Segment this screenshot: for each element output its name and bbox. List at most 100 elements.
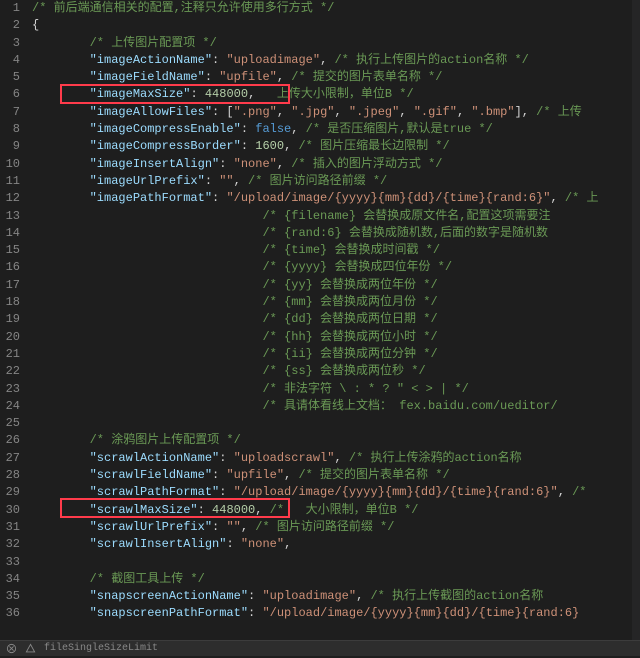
punct-token: { [32,18,39,32]
key-token: "imageCompressBorder" [90,139,241,153]
code-line[interactable]: /* 具请体看线上文档： fex.baidu.com/ueditor/ [32,398,640,415]
comment-token: /* 提交的图片表单名称 */ [298,468,449,482]
punct-token: : [226,537,240,551]
key-token: "snapscreenActionName" [90,589,248,603]
punct-token: , [457,105,471,119]
code-line[interactable]: { [32,17,640,34]
line-number: 24 [0,398,20,415]
code-line[interactable]: "imageInsertAlign": "none", /* 插入的图片浮动方式… [32,156,640,173]
code-line[interactable]: "snapscreenPathFormat": "/upload/image/{… [32,605,640,622]
line-number: 10 [0,156,20,173]
code-line[interactable]: /* {ii} 会替换成两位分钟 */ [32,346,640,363]
code-line[interactable]: "imageFieldName": "upfile", /* 提交的图片表单名称… [32,69,640,86]
number-token: 1600 [255,139,284,153]
punct-token: : [219,451,233,465]
code-line[interactable]: /* {hh} 会替换成两位小时 */ [32,329,640,346]
code-line[interactable]: /* {dd} 会替换成两位日期 */ [32,311,640,328]
line-number: 36 [0,605,20,622]
line-number: 5 [0,69,20,86]
code-line[interactable]: "scrawlPathFormat": "/upload/image/{yyyy… [32,484,640,501]
code-line[interactable]: /* 涂鸦图片上传配置项 */ [32,432,640,449]
line-number: 30 [0,502,20,519]
code-editor[interactable]: 1234567891011121314151617181920212223242… [0,0,640,640]
code-line[interactable]: "scrawlMaxSize": 448000, /* 大小限制，单位B */ [32,502,640,519]
key-token: "scrawlUrlPrefix" [90,520,212,534]
code-line[interactable]: "imageCompressBorder": 1600, /* 图片压缩最长边限… [32,138,640,155]
comment-token: /* 提交的图片表单名称 */ [291,70,442,84]
punct-token: , [558,485,572,499]
comment-token: 上传大小限制，单位B */ [262,87,413,101]
boolean-token: false [255,122,291,136]
problems-icon[interactable] [6,643,17,654]
comment-token: /* {mm} 会替换成两位月份 */ [262,295,437,309]
code-line[interactable]: "imageAllowFiles": [".png", ".jpg", ".jp… [32,104,640,121]
key-token: "imageCompressEnable" [90,122,241,136]
code-line[interactable]: "scrawlActionName": "uploadscrawl", /* 执… [32,450,640,467]
code-line[interactable]: "imageUrlPrefix": "", /* 图片访问路径前缀 */ [32,173,640,190]
code-line[interactable]: "scrawlInsertAlign": "none", [32,536,640,553]
line-number: 33 [0,554,20,571]
warnings-icon[interactable] [25,643,36,654]
punct-token: , [399,105,413,119]
comment-token: /* {rand:6} 会替换成随机数,后面的数字是随机数 [262,226,548,240]
comment-token: /* {dd} 会替换成两位日期 */ [262,312,437,326]
line-number: 4 [0,52,20,69]
code-line[interactable] [32,554,640,571]
comment-token: /* 执行上传图片的action名称 */ [334,53,528,67]
code-line[interactable]: "imageMaxSize": 448000, 上传大小限制，单位B */ [32,86,640,103]
line-number: 15 [0,242,20,259]
code-line[interactable]: /* 上传图片配置项 */ [32,35,640,52]
line-number: 8 [0,121,20,138]
line-number: 26 [0,432,20,449]
string-token: "uploadimage" [226,53,320,67]
minimap[interactable] [632,0,640,640]
key-token: "scrawlInsertAlign" [90,537,227,551]
line-number: 9 [0,138,20,155]
punct-token: , [284,468,298,482]
code-line[interactable]: /* 截图工具上传 */ [32,571,640,588]
punct-token: : [205,174,219,188]
code-line[interactable]: /* {rand:6} 会替换成随机数,后面的数字是随机数 [32,225,640,242]
code-line[interactable]: "imageCompressEnable": false, /* 是否压缩图片,… [32,121,640,138]
punct-token: : [212,53,226,67]
key-token: "imageInsertAlign" [90,157,220,171]
line-number: 29 [0,484,20,501]
string-token: "" [219,174,233,188]
comment-token: /* 上传 [536,105,582,119]
line-number: 14 [0,225,20,242]
punct-token: : [248,606,262,620]
key-token: "imageActionName" [90,53,212,67]
code-line[interactable]: "imagePathFormat": "/upload/image/{yyyy}… [32,190,640,207]
code-line[interactable] [32,415,640,432]
string-token: "upfile" [226,468,284,482]
line-number: 27 [0,450,20,467]
punct-token: : [248,589,262,603]
comment-token: /* {yyyy} 会替换成四位年份 */ [262,260,452,274]
code-line[interactable]: "snapscreenActionName": "uploadimage", /… [32,588,640,605]
code-line[interactable]: /* {filename} 会替换成原文件名,配置这项需要注 [32,208,640,225]
code-line[interactable]: "imageActionName": "uploadimage", /* 执行上… [32,52,640,69]
code-line[interactable]: /* {yyyy} 会替换成四位年份 */ [32,259,640,276]
code-line[interactable]: /* {mm} 会替换成两位月份 */ [32,294,640,311]
code-line[interactable]: /* 前后端通信相关的配置,注释只允许使用多行方式 */ [32,0,640,17]
comment-token: /* 执行上传涂鸦的action名称 [349,451,522,465]
code-line[interactable]: /* 非法字符 \ : * ? " < > | */ [32,381,640,398]
code-line[interactable]: /* {time} 会替换成时间戳 */ [32,242,640,259]
line-number: 20 [0,329,20,346]
code-line[interactable]: "scrawlUrlPrefix": "", /* 图片访问路径前缀 */ [32,519,640,536]
string-token: "none" [241,537,284,551]
line-number: 17 [0,277,20,294]
code-area[interactable]: /* 前后端通信相关的配置,注释只允许使用多行方式 */{ /* 上传图片配置项… [26,0,640,640]
punct-token: : [219,485,233,499]
comment-token: /* 涂鸦图片上传配置项 */ [90,433,241,447]
punct-token: : [205,70,219,84]
code-line[interactable]: /* {ss} 会替换成两位秒 */ [32,363,640,380]
comment-token: /* {ii} 会替换成两位分钟 */ [262,347,437,361]
comment-token: /* 是否压缩图片,默认是true */ [306,122,493,136]
code-line[interactable]: /* {yy} 会替换成两位年份 */ [32,277,640,294]
line-number-gutter: 1234567891011121314151617181920212223242… [0,0,26,640]
comment-token: /* 大小限制，单位B */ [270,503,419,517]
punct-token: , [284,139,298,153]
code-line[interactable]: "scrawlFieldName": "upfile", /* 提交的图片表单名… [32,467,640,484]
comment-token: /* {hh} 会替换成两位小时 */ [262,330,437,344]
